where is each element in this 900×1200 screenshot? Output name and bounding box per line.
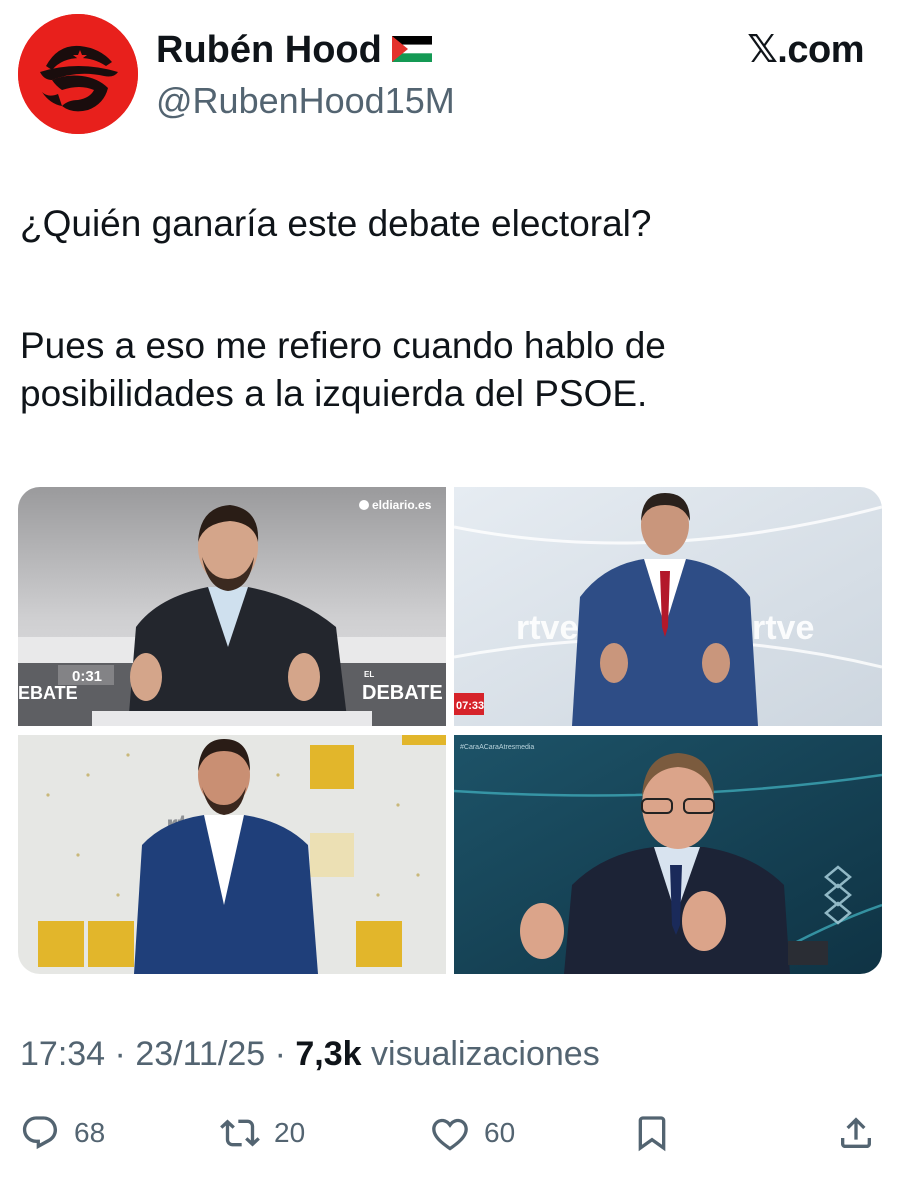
- bookmark-button[interactable]: [632, 1108, 672, 1158]
- retweet-count: 20: [274, 1117, 306, 1148]
- tweet-text: ¿Quién ganaría este debate electoral? Pu…: [20, 200, 880, 418]
- retweet-icon: [220, 1119, 260, 1147]
- tweet-header: Rubén Hood @RubenHood15M 𝕏.com: [18, 14, 882, 134]
- tweet-meta: 17:34 · 23/11/25 · 7,3k visualizaciones: [20, 1032, 600, 1076]
- heart-icon: [432, 1118, 468, 1151]
- palestine-flag-icon: [391, 35, 432, 62]
- debate-banner-right: DEBATE: [362, 682, 443, 704]
- tweet-time[interactable]: 17:34: [20, 1035, 105, 1073]
- media-grid: eldiario.es 0:31 EBATE EL DEBATE rtve rt…: [18, 487, 882, 974]
- author-avatar[interactable]: [18, 14, 138, 134]
- debate-banner-small: EL: [364, 670, 374, 679]
- author-handle[interactable]: @RubenHood15M: [156, 80, 455, 122]
- meta-separator: ·: [274, 1035, 286, 1073]
- red-star-hat-avatar-icon: [18, 14, 138, 134]
- media-image-3[interactable]: rtve: [18, 735, 446, 974]
- media-image-1[interactable]: eldiario.es 0:31 EBATE EL DEBATE: [18, 487, 446, 726]
- debate-banner-left: EBATE: [18, 683, 78, 703]
- debate-photo-3: rtve: [18, 735, 446, 974]
- like-button[interactable]: 60: [430, 1108, 515, 1158]
- hashtag-overlay: #CaraACaraAtresmedia: [460, 744, 534, 751]
- video-timer: 07:33: [456, 700, 484, 712]
- rtve-watermark-right: rtve: [752, 609, 814, 647]
- site-label: 𝕏.com: [747, 29, 864, 71]
- bookmark-icon: [638, 1116, 666, 1152]
- reply-button[interactable]: 68: [20, 1108, 105, 1158]
- action-bar: 68 20 60: [20, 1108, 880, 1158]
- tweet-paragraph: Pues a eso me refiero cuando hablo de po…: [20, 325, 666, 414]
- display-name-text[interactable]: Rubén Hood: [156, 29, 382, 71]
- debate-photo-4: #CaraACaraAtresmedia: [454, 735, 882, 974]
- meta-separator: ·: [114, 1035, 126, 1073]
- author-display-name[interactable]: Rubén Hood: [156, 28, 432, 72]
- view-count: 7,3k: [295, 1035, 362, 1073]
- tweet-paragraph: ¿Quién ganaría este debate electoral?: [20, 203, 652, 244]
- tweet-date[interactable]: 23/11/25: [135, 1035, 265, 1073]
- media-image-2[interactable]: rtve rtve 07:33: [454, 487, 882, 726]
- share-button[interactable]: [836, 1108, 876, 1158]
- eldiario-logo: eldiario.es: [372, 498, 432, 512]
- debate-photo-2: rtve rtve 07:33: [454, 487, 882, 726]
- share-icon: [841, 1117, 871, 1148]
- view-label: visualizaciones: [371, 1035, 600, 1073]
- retweet-button[interactable]: 20: [220, 1108, 305, 1158]
- reply-count: 68: [74, 1117, 106, 1148]
- media-image-4[interactable]: #CaraACaraAtresmedia: [454, 735, 882, 974]
- like-count: 60: [484, 1117, 516, 1148]
- debate-photo-1: eldiario.es 0:31 EBATE EL DEBATE: [18, 487, 446, 726]
- rtve-watermark-left: rtve: [516, 609, 578, 647]
- reply-icon: [22, 1116, 58, 1150]
